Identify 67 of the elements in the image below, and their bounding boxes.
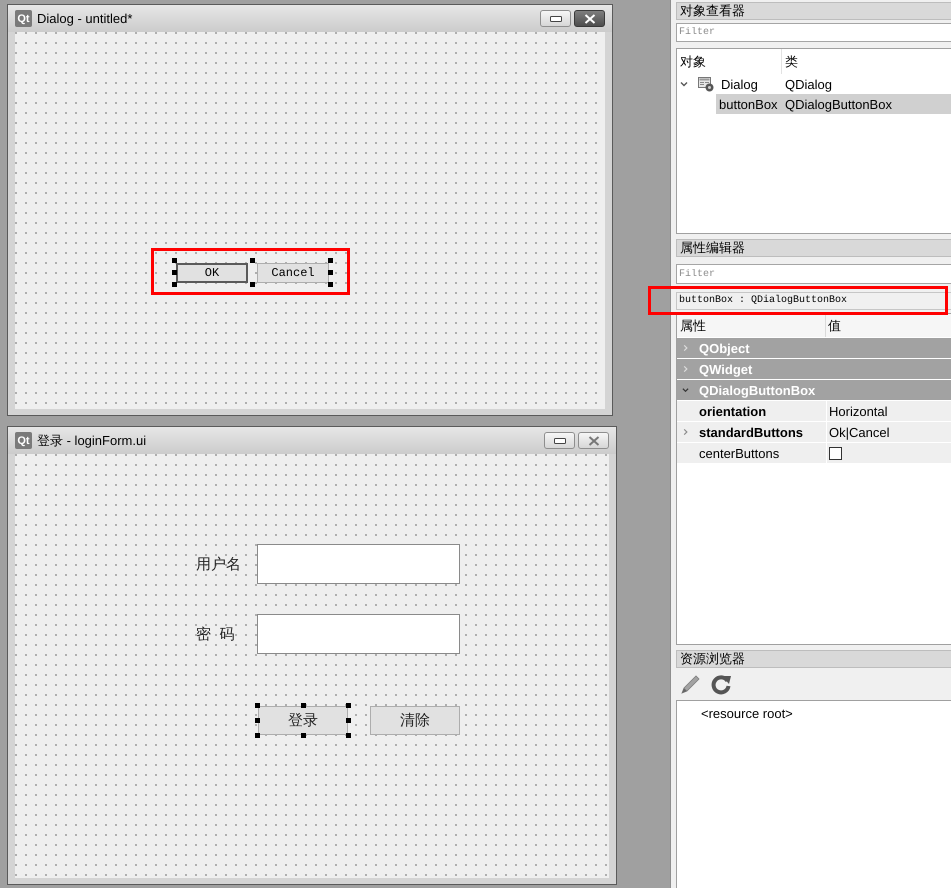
chevron-right-icon[interactable] [682,428,689,436]
minimize-button[interactable] [540,10,571,27]
property-value[interactable]: Ok|Cancel [827,422,951,442]
column-header[interactable]: 值 [826,314,841,337]
resize-handle[interactable] [172,282,177,287]
property-value[interactable]: Horizontal [827,401,951,421]
resize-handle[interactable] [328,270,333,275]
resize-handle[interactable] [300,703,306,708]
resize-handle[interactable] [346,733,351,738]
resize-handle[interactable] [255,703,260,708]
tree-item[interactable]: Dialog QDialog [696,74,951,94]
resize-handle[interactable] [255,733,260,738]
tree-item[interactable]: buttonBox QDialogButtonBox [716,94,951,114]
group-name: QObject [699,340,750,356]
group-name: QWidget [699,362,752,376]
object-name-label: buttonBox : QDialogButtonBox [676,292,951,310]
resize-handle[interactable] [255,718,260,723]
resize-handle[interactable] [172,270,177,275]
window-title: 登录 - loginForm.ui [37,432,146,450]
field-label: 用户名 [196,554,241,574]
input-field[interactable] [257,544,460,584]
column-header[interactable]: 对象 [677,49,782,74]
group-name: QDialogButtonBox [699,382,816,398]
app-logo: Qt [15,432,32,449]
filter-field[interactable]: Filter [676,23,951,42]
window-title: Dialog - untitled* [37,11,132,26]
resize-handle[interactable] [328,282,333,287]
input-field[interactable] [257,614,460,654]
column-header[interactable]: 属性 [677,314,826,337]
resize-handle[interactable] [328,258,333,263]
panel-title: 资源浏览器 [676,650,951,668]
property-name: orientation [699,404,766,418]
close-button[interactable] [574,10,605,27]
panel-title: 属性编辑器 [676,239,951,257]
tree-item[interactable]: <resource root> [701,706,793,721]
object-name: Dialog [721,76,759,92]
minimize-icon [550,16,562,22]
form-icon [698,76,714,92]
chevron-down-icon[interactable] [682,386,689,394]
resize-handle[interactable] [346,703,351,708]
object-name: buttonBox [719,96,779,112]
close-icon [588,436,600,446]
minimize-button[interactable] [544,432,575,449]
close-icon [584,14,596,24]
resize-handle[interactable] [346,718,351,723]
checkbox[interactable] [829,446,842,460]
chevron-down-icon[interactable] [680,80,688,88]
property-name: centerButtons [699,446,780,460]
field-label: 密 码 [196,624,234,644]
class-name: QDialogButtonBox [785,96,892,112]
resize-handle[interactable] [172,258,177,263]
filter-field[interactable]: Filter [676,264,951,284]
panel-title: 对象查看器 [676,2,951,20]
minimize-icon [554,438,566,444]
resize-handle[interactable] [250,282,255,287]
form-button[interactable]: 清除 [370,706,460,735]
dialog-button[interactable]: OK [176,262,248,282]
pencil-icon[interactable] [680,673,702,695]
refresh-icon[interactable] [710,673,732,695]
form-button[interactable]: 登录 [258,706,348,735]
property-name: standardButtons [699,424,803,440]
app-logo: Qt [15,10,32,27]
resize-handle[interactable] [250,258,255,263]
dialog-button[interactable]: Cancel [257,262,329,282]
column-header[interactable]: 类 [782,49,798,74]
class-name: QDialog [785,76,832,92]
resize-handle[interactable] [300,733,306,738]
